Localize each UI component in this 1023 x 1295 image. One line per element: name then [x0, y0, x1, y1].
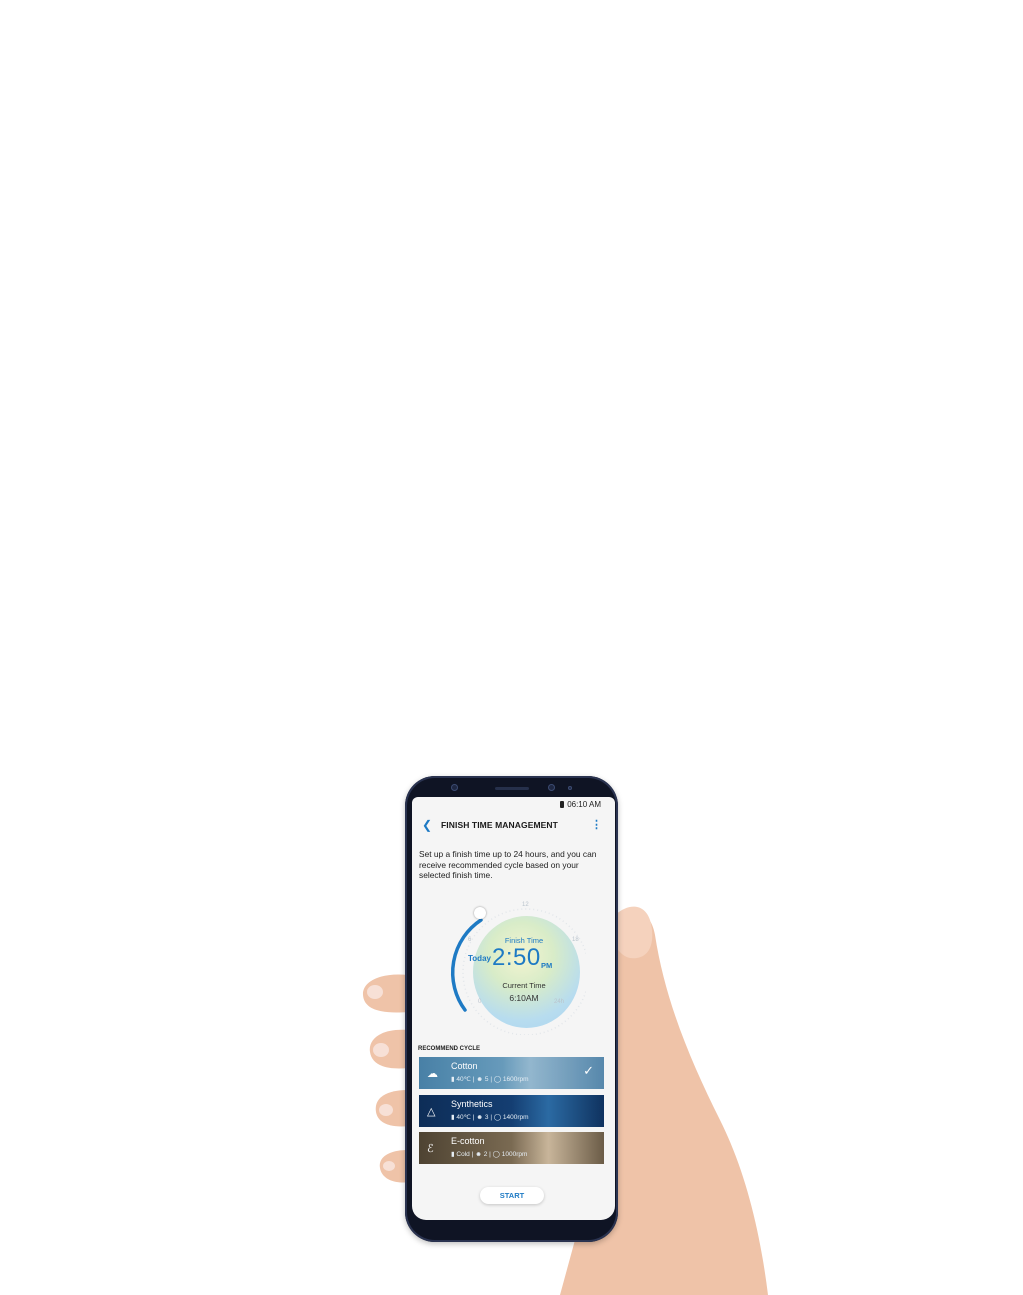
cycle-details: ▮ 40℃ | ☻ 3 | ◯ 1400rpm [451, 1114, 529, 1121]
app-bar: ❮ FINISH TIME MANAGEMENT ⋮ [412, 815, 615, 835]
more-options-icon[interactable]: ⋮ [591, 818, 602, 831]
cycle-synthetics[interactable]: △ Synthetics ▮ 40℃ | ☻ 3 | ◯ 1400rpm [419, 1095, 604, 1127]
cycle-name: E-cotton [451, 1136, 485, 1146]
finish-time-value: 2:50 [492, 944, 541, 971]
description-text: Set up a finish time up to 24 hours, and… [419, 849, 597, 880]
phone-screen: 06:10 AM ❮ FINISH TIME MANAGEMENT ⋮ Set … [412, 797, 615, 1220]
current-time-label: Current Time [502, 981, 546, 990]
current-time-value: 6:10AM [509, 993, 539, 1003]
start-button[interactable]: START [480, 1187, 544, 1204]
cycle-details: ▮ Cold | ☻ 2 | ◯ 1000rpm [451, 1151, 528, 1158]
front-camera-icon [548, 784, 555, 791]
cycle-name: Synthetics [451, 1099, 493, 1109]
cycle-name: Cotton [451, 1061, 478, 1071]
rinse-icon: ☻ [475, 1151, 482, 1158]
recommend-cycle-heading: RECOMMEND CYCLE [418, 1046, 481, 1052]
rinse-icon: ☻ [476, 1076, 484, 1083]
spin-icon: ◯ [493, 1114, 502, 1121]
check-icon: ✓ [583, 1063, 594, 1078]
spin-icon: ◯ [492, 1151, 500, 1158]
synthetics-icon: △ [427, 1106, 436, 1118]
ecotton-icon: ℰ [427, 1143, 434, 1155]
dial-tick-12: 12 [522, 902, 529, 908]
temperature-icon: ▮ [451, 1076, 455, 1083]
rinse-icon: ☻ [476, 1114, 484, 1121]
speaker-grille [495, 787, 529, 790]
light-sensor-icon [568, 786, 572, 790]
finish-day: Today [468, 954, 491, 963]
back-icon[interactable]: ❮ [422, 818, 432, 832]
page-title: FINISH TIME MANAGEMENT [441, 820, 558, 830]
battery-icon [560, 801, 565, 808]
status-time: 06:10 AM [567, 800, 601, 809]
sensor-icon [451, 784, 458, 791]
temperature-icon: ▮ [451, 1114, 455, 1121]
spin-icon: ◯ [493, 1076, 502, 1083]
finish-time-dial[interactable]: 12 6 18 0 24h Finish Time Today 2:50 PM … [438, 900, 586, 1035]
dial-face [473, 916, 580, 1028]
dial-handle[interactable] [474, 907, 486, 919]
cycle-e-cotton[interactable]: ℰ E-cotton ▮ Cold | ☻ 2 | ◯ 1000rpm [419, 1132, 604, 1164]
finish-time-meridiem: PM [541, 961, 553, 970]
cycle-details: ▮ 40℃ | ☻ 5 | ◯ 1600rpm [451, 1076, 529, 1083]
temperature-icon: ▮ [451, 1151, 455, 1158]
cycle-cotton[interactable]: ☁ Cotton ▮ 40℃ | ☻ 5 | ◯ 1600rpm ✓ [419, 1057, 604, 1089]
cotton-icon: ☁ [427, 1068, 438, 1080]
status-bar: 06:10 AM [560, 800, 601, 809]
